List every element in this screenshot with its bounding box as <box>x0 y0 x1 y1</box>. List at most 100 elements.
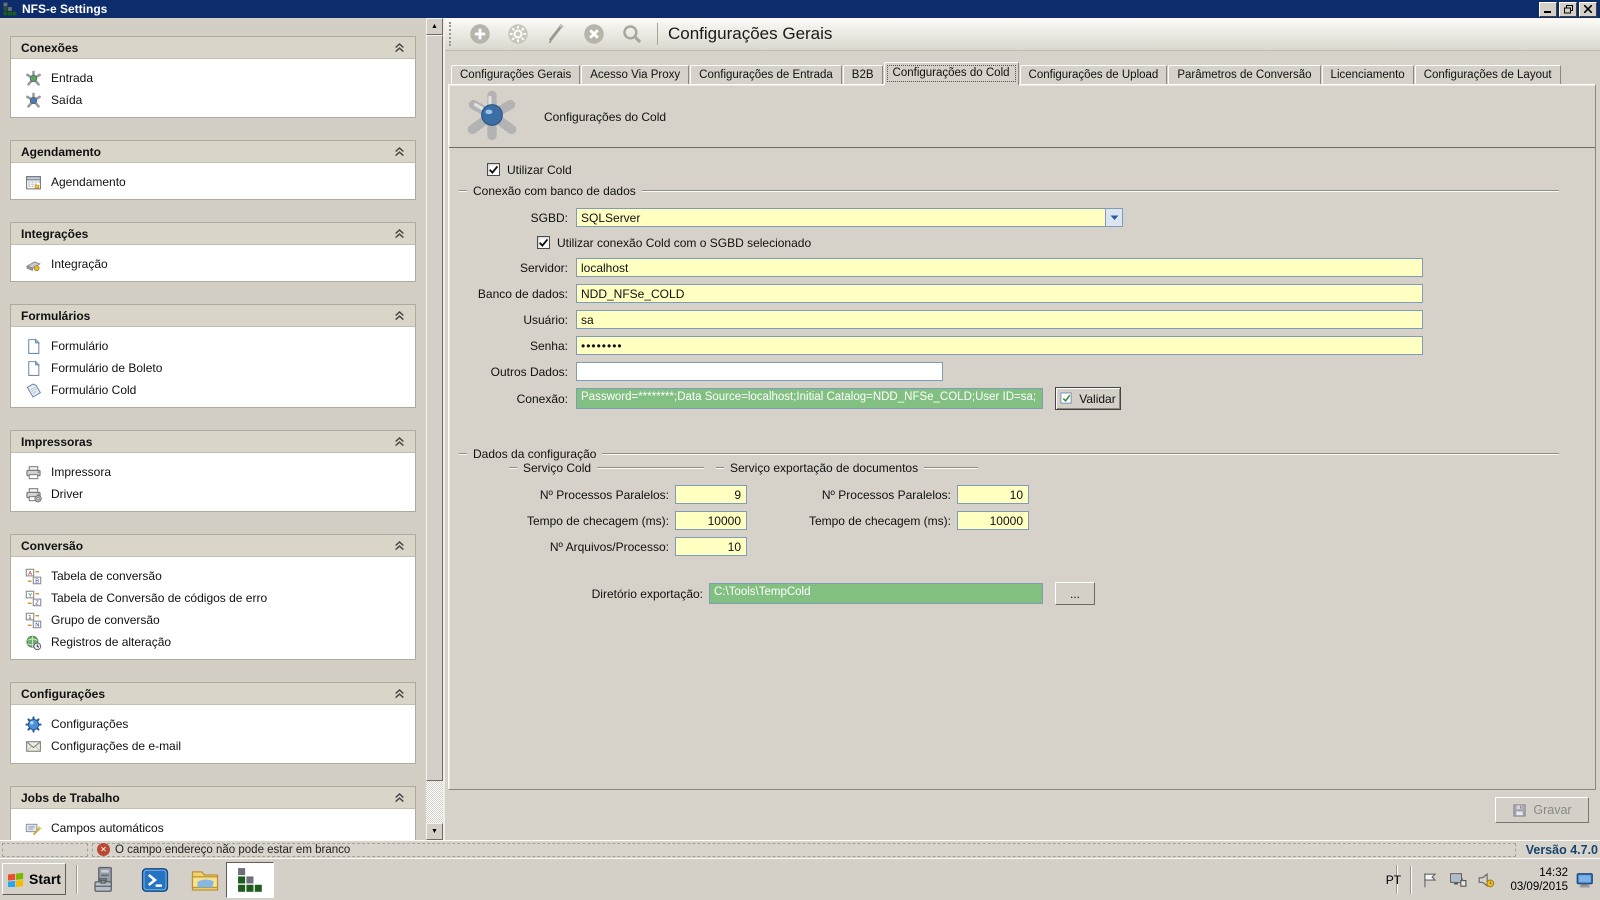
collapse-chevron-icon[interactable] <box>394 42 405 53</box>
tab-configuracoes-gerais[interactable]: Configurações Gerais <box>451 65 580 85</box>
sidebar-section-header-jobs-de-trabalho[interactable]: Jobs de Trabalho <box>11 787 415 809</box>
use-cold-connection-checkbox[interactable] <box>537 236 550 249</box>
settings-button[interactable] <box>499 20 537 48</box>
tempo-de-checagem-ms-input[interactable]: 10000 <box>957 511 1029 530</box>
start-button[interactable]: Start <box>2 863 66 895</box>
table-1n-icon: 1N <box>25 612 42 629</box>
senha-input[interactable]: •••••••• <box>576 336 1423 355</box>
clock[interactable]: 14:32 03/09/2015 <box>1510 866 1568 895</box>
language-indicator[interactable]: PT <box>1380 873 1406 887</box>
outros-dados-input[interactable] <box>576 362 943 381</box>
tab-acesso-via-proxy[interactable]: Acesso Via Proxy <box>581 65 689 85</box>
sidebar-item-configuracoes-de-e-mail[interactable]: Configurações de e-mail <box>11 735 415 757</box>
sidebar-item-formulario-cold[interactable]: Formulário Cold <box>11 379 415 401</box>
hub-green-icon <box>25 70 42 87</box>
powershell-icon <box>140 865 170 895</box>
sidebar-item-label: Grupo de conversão <box>51 613 160 627</box>
sidebar-section-header-configuracoes[interactable]: Configurações <box>11 683 415 705</box>
sidebar-item-saida[interactable]: Saída <box>11 89 415 111</box>
sidebar-item-campos-automaticos[interactable]: Campos automáticos <box>11 817 415 839</box>
collapse-chevron-icon[interactable] <box>394 436 405 447</box>
search-button[interactable] <box>613 20 651 48</box>
collapse-chevron-icon[interactable] <box>394 688 405 699</box>
sidebar-item-registros-de-alteracao[interactable]: Registros de alteração <box>11 631 415 653</box>
sidebar-item-entrada[interactable]: Entrada <box>11 67 415 89</box>
sidebar-item-integracao[interactable]: Integração <box>11 253 415 275</box>
sgbd-dropdown-arrow-icon[interactable] <box>1105 209 1122 226</box>
collapse-chevron-icon[interactable] <box>394 228 405 239</box>
n-processos-paralelos-label: Nº Processos Paralelos: <box>449 488 675 502</box>
sidebar-section-header-impressoras[interactable]: Impressoras <box>11 431 415 453</box>
sidebar-section-header-integracoes[interactable]: Integrações <box>11 223 415 245</box>
status-panel-version: Versão 4.7.0 <box>1520 843 1598 857</box>
sidebar-item-grupo-de-conversao[interactable]: 1N Grupo de conversão <box>11 609 415 631</box>
section-title: Conversão <box>21 539 83 553</box>
sidebar-item-formulario-de-boleto[interactable]: Formulário de Boleto <box>11 357 415 379</box>
tab-licenciamento[interactable]: Licenciamento <box>1322 65 1414 85</box>
edit-button[interactable] <box>537 20 575 48</box>
n-processos-paralelos-input[interactable]: 10 <box>957 485 1029 504</box>
sidebar-section-header-conexoes[interactable]: Conexões <box>11 37 415 59</box>
table-ab-icon: AB <box>25 568 42 585</box>
audio-icon[interactable] <box>1477 871 1495 889</box>
active-task-button[interactable] <box>226 862 274 898</box>
show-desktop-button[interactable] <box>1576 870 1596 890</box>
tab-configuracoes-de-entrada[interactable]: Configurações de Entrada <box>690 65 842 85</box>
delete-button[interactable] <box>575 20 613 48</box>
browse-button[interactable]: ... <box>1055 582 1095 605</box>
toolbar-grip[interactable] <box>449 22 453 46</box>
sidebar-item-configuracoes[interactable]: Configurações <box>11 713 415 735</box>
add-button[interactable] <box>461 20 499 48</box>
sidebar-item-label: Tabela de Conversão de códigos de erro <box>51 591 267 605</box>
tab-configuracoes-do-cold[interactable]: Configurações do Cold <box>884 62 1019 85</box>
collapse-chevron-icon[interactable] <box>394 310 405 321</box>
sidebar-item-formulario[interactable]: Formulário <box>11 335 415 357</box>
collapse-chevron-icon[interactable] <box>394 792 405 803</box>
sidebar-item-label: Impressora <box>51 465 111 479</box>
close-button[interactable] <box>1579 2 1597 17</box>
server-manager-button[interactable] <box>88 864 122 896</box>
restore-button[interactable] <box>1559 2 1577 17</box>
tab-configuracoes-de-upload[interactable]: Configurações de Upload <box>1020 65 1168 85</box>
scroll-up-button[interactable]: ▲ <box>426 18 443 35</box>
collapse-chevron-icon[interactable] <box>394 146 405 157</box>
file-explorer-button[interactable] <box>188 864 222 896</box>
sgbd-select[interactable]: SQLServer <box>576 208 1123 227</box>
envelope-icon <box>25 738 42 755</box>
printer-icon <box>25 464 42 481</box>
display-icon[interactable] <box>1449 871 1467 889</box>
n-arquivos-processo-input[interactable]: 10 <box>675 537 747 556</box>
scroll-thumb[interactable] <box>426 35 443 781</box>
flag-icon[interactable] <box>1421 871 1439 889</box>
powershell-button[interactable] <box>138 864 172 896</box>
sidebar-item-tabela-de-conversao[interactable]: ABTabela de conversão <box>11 565 415 587</box>
utilizar-cold-checkbox[interactable] <box>487 163 500 176</box>
tab-strip: Configurações GeraisAcesso Via ProxyConf… <box>451 62 1562 85</box>
calendar-icon <box>25 174 42 191</box>
sidebar-section-header-conversao[interactable]: Conversão <box>11 535 415 557</box>
diretorio-input[interactable]: C:\Tools\TempCold <box>709 583 1043 604</box>
tab-configuracoes-de-layout[interactable]: Configurações de Layout <box>1415 65 1561 85</box>
gravar-button[interactable]: Gravar <box>1495 797 1589 823</box>
connection-group-legend: Conexão com banco de dados <box>459 184 1559 198</box>
sidebar-section-header-formularios[interactable]: Formulários <box>11 305 415 327</box>
tab-b2b[interactable]: B2B <box>843 65 883 85</box>
scroll-down-button[interactable]: ▼ <box>426 823 443 840</box>
servidor-input[interactable]: localhost <box>576 258 1423 277</box>
minimize-button[interactable] <box>1539 2 1557 17</box>
sidebar-section-header-agendamento[interactable]: Agendamento <box>11 141 415 163</box>
save-floppy-icon <box>1512 803 1527 818</box>
banco-de-dados-input[interactable]: NDD_NFSe_COLD <box>576 284 1423 303</box>
sidebar-item-driver[interactable]: Driver <box>11 483 415 505</box>
taskbar: Start PT 14:32 03/09/2015 <box>0 858 1600 900</box>
sidebar-scrollbar[interactable]: ▲ ▼ <box>426 18 443 840</box>
sidebar-item-label: Configurações de e-mail <box>51 739 181 753</box>
collapse-chevron-icon[interactable] <box>394 540 405 551</box>
sidebar-item-agendamento[interactable]: Agendamento <box>11 171 415 193</box>
sidebar-item-tabela-de-conversao-de-codigos-de-erro[interactable]: YZTabela de Conversão de códigos de erro <box>11 587 415 609</box>
sidebar-item-impressora[interactable]: Impressora <box>11 461 415 483</box>
usuario-input[interactable]: sa <box>576 310 1423 329</box>
section-title: Impressoras <box>21 435 92 449</box>
tab-parametros-de-conversao[interactable]: Parâmetros de Conversão <box>1168 65 1320 85</box>
validar-button[interactable]: Validar <box>1055 387 1121 410</box>
